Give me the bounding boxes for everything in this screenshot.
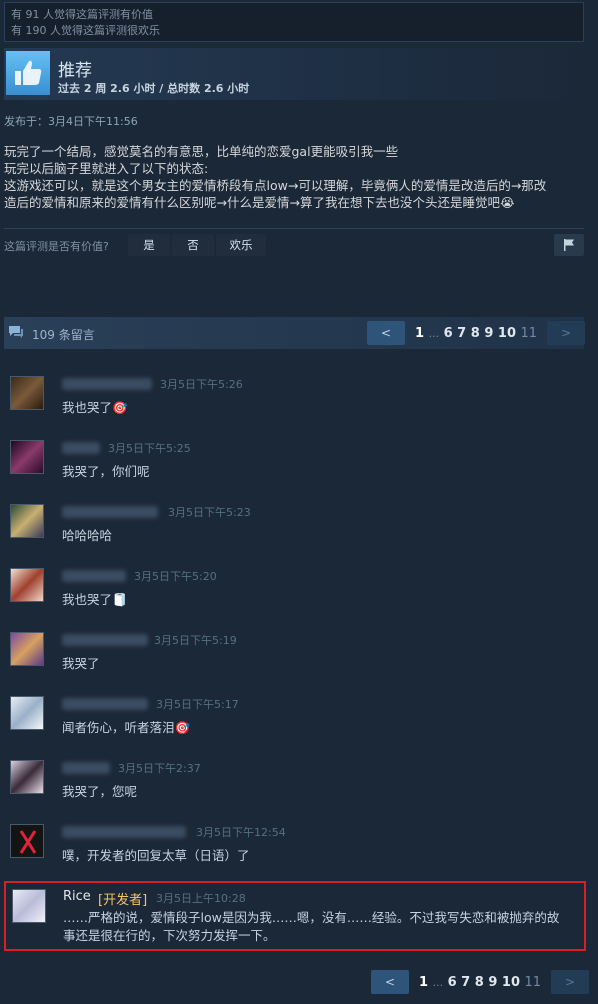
- comment-time: 3月5日下午5:17: [156, 698, 239, 711]
- playtime-hours: 过去 2 周 2.6 小时 / 总时数 2.6 小时: [58, 82, 250, 95]
- vote-no-button[interactable]: 否: [172, 234, 214, 256]
- pager-pages[interactable]: 6 7 8 9 10: [444, 326, 516, 341]
- review-line: 造后的爱情和原来的爱情有什么区别呢→什么是爱情→算了我在想下去也没个头还是睡觉吧…: [4, 195, 515, 210]
- vote-yes-button[interactable]: 是: [128, 234, 170, 256]
- comment-count: 109 条留言: [32, 328, 95, 342]
- vote-question: 这篇评测是否有价值?: [4, 240, 109, 253]
- recommendation-header: 推荐 过去 2 周 2.6 小时 / 总时数 2.6 小时: [4, 48, 584, 100]
- avatar[interactable]: [10, 824, 44, 858]
- comment-time: 3月5日下午5:23: [168, 506, 251, 519]
- pager-prev-button[interactable]: <: [371, 970, 409, 994]
- comment-text: 我也哭了🎯: [62, 400, 128, 415]
- franxx-logo-icon: [19, 830, 37, 854]
- avatar[interactable]: [10, 632, 44, 666]
- avatar[interactable]: [10, 504, 44, 538]
- recommendation-title: 推荐: [58, 61, 92, 81]
- pager-bottom: < 1 ... 6 7 8 9 10 11 >: [371, 970, 590, 994]
- comment-item: 3月5日下午5:23 哈哈哈哈: [0, 504, 598, 566]
- thumbs-up-icon: [6, 51, 50, 95]
- comment-time: 3月5日下午5:26: [160, 378, 243, 391]
- pager-top: < 1 ... 6 7 8 9 10 11 >: [367, 321, 586, 345]
- developer-comment: Rice [开发者] 3月5日上午10:28 ……严格的说，爱情段子low是因为…: [4, 881, 586, 951]
- comment-text: 我哭了，您呢: [62, 784, 138, 799]
- comment-item: 3月5日下午12:54 噗，开发者的回复太草（日语）了: [0, 824, 598, 886]
- posted-date: 发布于：3月4日下午11:56: [4, 115, 138, 128]
- comment-text: 我也哭了🧻: [62, 592, 128, 607]
- comment-author[interactable]: [62, 442, 100, 454]
- comment-item: 3月5日下午5:19 我哭了: [0, 632, 598, 694]
- comment-item: 3月5日下午5:17 闻者伤心，听者落泪🎯: [0, 696, 598, 758]
- comment-time: 3月5日下午5:20: [134, 570, 217, 583]
- divider: [4, 228, 584, 229]
- comment-item: 3月5日下午2:37 我哭了，您呢: [0, 760, 598, 822]
- comment-text: 我哭了: [62, 656, 100, 671]
- avatar[interactable]: [10, 696, 44, 730]
- avatar[interactable]: [10, 760, 44, 794]
- comment-item: 3月5日下午5:20 我也哭了🧻: [0, 568, 598, 630]
- comment-time: 3月5日下午12:54: [196, 826, 286, 839]
- comment-time: 3月5日上午10:28: [156, 892, 246, 905]
- avatar[interactable]: [10, 568, 44, 602]
- comment-author[interactable]: [62, 698, 148, 710]
- comment-time: 3月5日下午2:37: [118, 762, 201, 775]
- comment-author[interactable]: [62, 378, 152, 390]
- pager-page-1[interactable]: 1: [419, 975, 428, 990]
- pager-ellipsis: ...: [432, 975, 444, 989]
- review-line: 玩完以后脑子里就进入了以下的状态:: [4, 161, 209, 176]
- review-line: 玩完了一个结局，感觉莫名的有意思，比单纯的恋爱gal更能吸引我一些: [4, 144, 399, 159]
- comment-author[interactable]: [62, 826, 186, 838]
- flag-icon[interactable]: [554, 234, 584, 256]
- pager-page-1[interactable]: 1: [415, 326, 424, 341]
- review-body: 玩完了一个结局，感觉莫名的有意思，比单纯的恋爱gal更能吸引我一些 玩完以后脑子…: [4, 143, 589, 211]
- pager-next-button[interactable]: >: [551, 970, 590, 994]
- comment-text: 闻者伤心，听者落泪🎯: [62, 720, 191, 735]
- pager-pages[interactable]: 6 7 8 9 10: [448, 975, 520, 990]
- avatar[interactable]: [12, 889, 46, 923]
- pager-prev-button[interactable]: <: [367, 321, 405, 345]
- comment-text: 我哭了，你们呢: [62, 464, 150, 479]
- comment-item: 3月5日下午5:25 我哭了，你们呢: [0, 440, 598, 502]
- review-line: 这游戏还可以，就是这个男女主的爱情桥段有点low→可以理解，毕竟俩人的爱情是改造…: [4, 178, 547, 193]
- vote-funny-button[interactable]: 欢乐: [216, 234, 266, 256]
- comment-author[interactable]: [62, 762, 110, 774]
- comment-bubble-icon: [8, 325, 26, 339]
- comment-line: 事还是很在行的，下次努力发挥一下。: [63, 928, 276, 943]
- comment-time: 3月5日下午5:25: [108, 442, 191, 455]
- comment-author[interactable]: [62, 506, 158, 518]
- developer-comment-text: ……严格的说，爱情段子low是因为我……嗯，没有……经验。不过我写失恋和被抛弃的…: [63, 909, 583, 945]
- helpful-count: 有 91 人觉得这篇评测有价值: [11, 8, 153, 21]
- developer-badge: [开发者]: [98, 893, 148, 908]
- pager-last-page[interactable]: 11: [521, 326, 538, 341]
- avatar[interactable]: [10, 440, 44, 474]
- comment-line: ……严格的说，爱情段子low是因为我……嗯，没有……经验。不过我写失恋和被抛弃的…: [63, 910, 560, 925]
- vote-row: 这篇评测是否有价值? 是 否 欢乐: [4, 234, 584, 258]
- helpful-summary: 有 91 人觉得这篇评测有价值 有 190 人觉得这篇评测很欢乐: [4, 2, 584, 42]
- comment-author[interactable]: [62, 634, 148, 646]
- pager-ellipsis: ...: [428, 326, 440, 340]
- comment-text: 噗，开发者的回复太草（日语）了: [62, 848, 250, 863]
- pager-numbers: 1 ... 6 7 8 9 10 11: [409, 975, 551, 990]
- pager-next-button[interactable]: >: [547, 321, 586, 345]
- funny-count: 有 190 人觉得这篇评测很欢乐: [11, 24, 160, 37]
- avatar[interactable]: [10, 376, 44, 410]
- comment-item: 3月5日下午5:26 我也哭了🎯: [0, 376, 598, 438]
- comments-header: 109 条留言 < 1 ... 6 7 8 9 10 11 >: [4, 317, 586, 349]
- pager-numbers: 1 ... 6 7 8 9 10 11: [405, 326, 547, 341]
- pager-last-page[interactable]: 11: [525, 975, 542, 990]
- comment-time: 3月5日下午5:19: [154, 634, 237, 647]
- developer-name[interactable]: Rice: [63, 889, 91, 904]
- comment-author[interactable]: [62, 570, 126, 582]
- comment-text: 哈哈哈哈: [62, 528, 113, 543]
